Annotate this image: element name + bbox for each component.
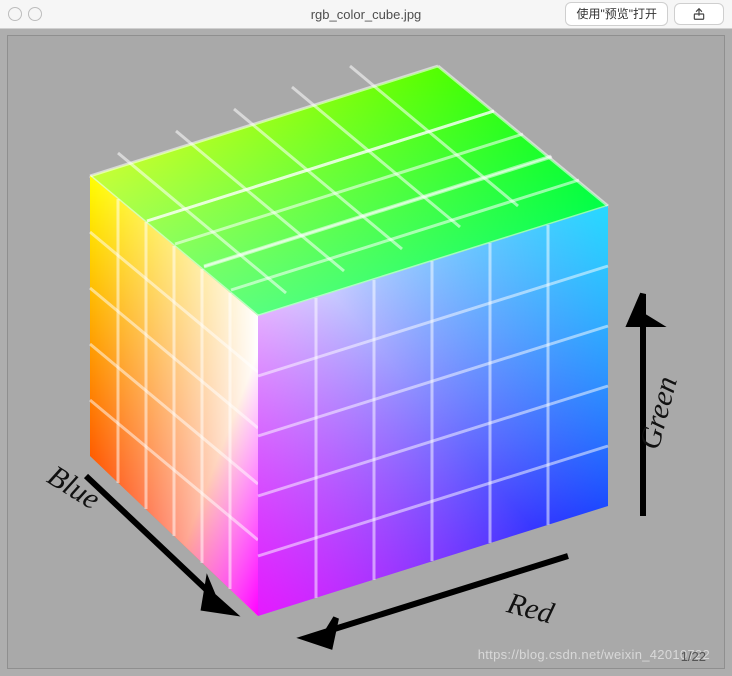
- rgb-cube-image: Blue Red Green https://blog.csdn.net/wei…: [8, 36, 724, 668]
- share-icon: [692, 7, 706, 21]
- fullscreen-icon[interactable]: [28, 7, 42, 21]
- preview-toolbar: rgb_color_cube.jpg 使用"预览"打开: [0, 0, 732, 29]
- watermark-text: https://blog.csdn.net/weixin_42010722: [478, 647, 710, 662]
- image-viewport: Blue Red Green https://blog.csdn.net/wei…: [7, 35, 725, 669]
- cube-svg: [8, 36, 724, 668]
- open-with-preview-button[interactable]: 使用"预览"打开: [565, 2, 668, 26]
- page-indicator: 1/22: [681, 649, 706, 664]
- share-button[interactable]: [674, 3, 724, 25]
- close-icon[interactable]: [8, 7, 22, 21]
